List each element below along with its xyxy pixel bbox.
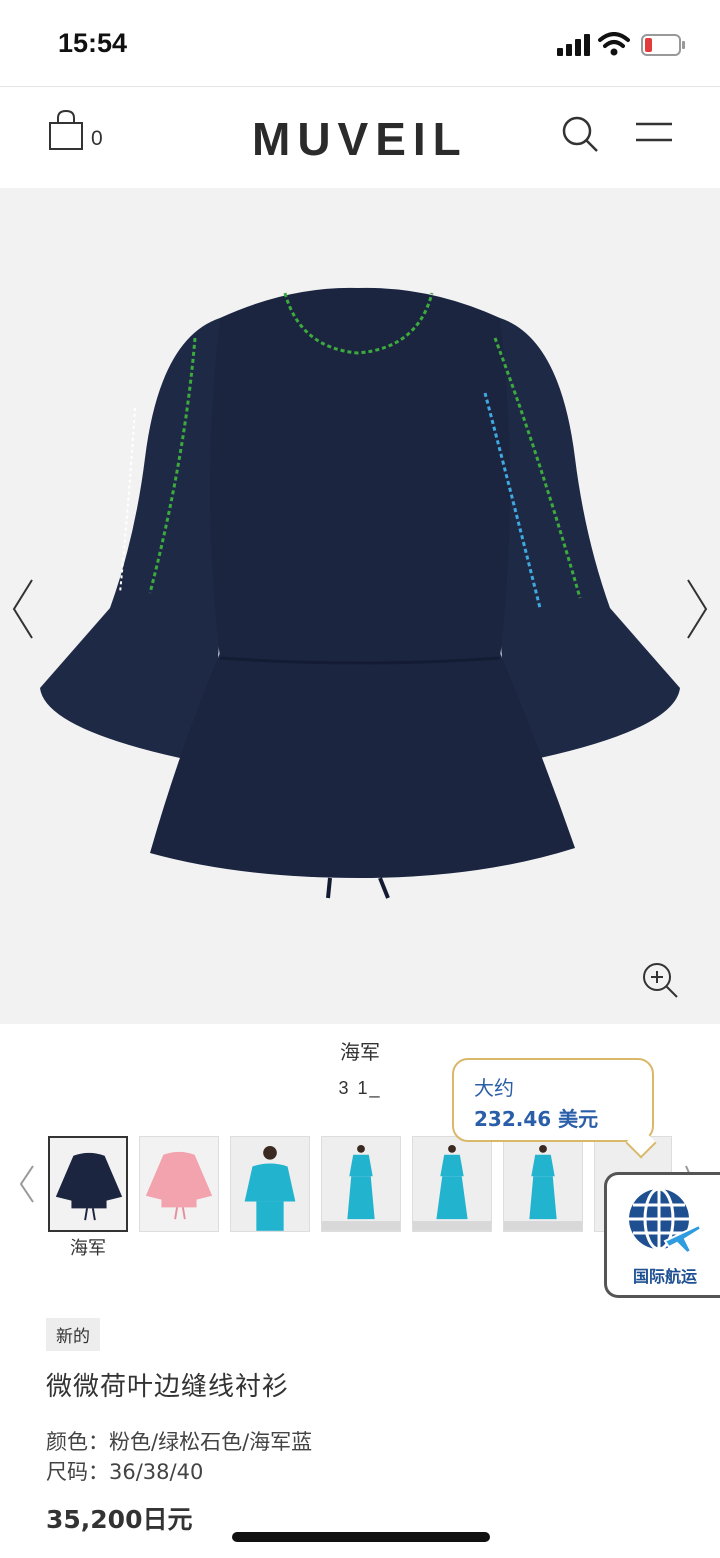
- thumbnail-model-2[interactable]: [321, 1136, 401, 1232]
- product-sizes: 尺码：36/38/40: [46, 1460, 204, 1484]
- approx-label: 大约: [474, 1076, 514, 1100]
- model-turquoise-thumb-image: [231, 1137, 309, 1231]
- international-shipping-label: 国际航运: [632, 1267, 697, 1286]
- home-indicator[interactable]: [232, 1532, 490, 1542]
- converted-price: 232.46 美元: [474, 1107, 599, 1131]
- thumbnail-pink[interactable]: [139, 1136, 219, 1232]
- thumbnail-navy[interactable]: [48, 1136, 128, 1232]
- search-icon[interactable]: [560, 114, 600, 154]
- globe-airplane-icon: [629, 1187, 701, 1255]
- zoom-in-icon[interactable]: [640, 960, 680, 1000]
- thumbnail-model-3[interactable]: [412, 1136, 492, 1232]
- brand-logo[interactable]: MUVEIL: [252, 112, 468, 166]
- model-full-2-thumb-image: [413, 1137, 491, 1231]
- model-full-1-thumb-image: [322, 1137, 400, 1231]
- site-header: 0 MUVEIL: [0, 86, 720, 188]
- cart-count: 0: [91, 127, 103, 150]
- previous-image-arrow-icon[interactable]: [10, 578, 36, 640]
- navy-blouse-thumb-image: [50, 1138, 126, 1230]
- navy-blouse-image: [40, 287, 680, 899]
- product-colors: 颜色：粉色/绿松石色/海军蓝: [46, 1430, 313, 1454]
- signal-icon: [557, 34, 590, 56]
- new-badge: 新的: [46, 1318, 100, 1351]
- international-shipping-badge[interactable]: 国际航运: [604, 1172, 720, 1298]
- next-image-arrow-icon[interactable]: [684, 578, 710, 640]
- product-main-image[interactable]: [0, 188, 720, 1024]
- shopping-bag-icon[interactable]: [46, 109, 86, 151]
- battery-icon: [641, 34, 685, 56]
- model-full-3-thumb-image: [504, 1137, 582, 1231]
- thumbnail-model-4[interactable]: [503, 1136, 583, 1232]
- thumbnail-label: 海军: [70, 1238, 106, 1259]
- converted-price-tooltip: 大约 232.46 美元: [452, 1058, 654, 1142]
- thumbnail-model-1[interactable]: [230, 1136, 310, 1232]
- product-title: 微微荷叶边缝线衬衫: [46, 1372, 290, 1402]
- hamburger-menu-icon[interactable]: [634, 120, 674, 146]
- status-time: 15:54: [58, 28, 128, 58]
- wifi-icon: [598, 32, 630, 56]
- product-price: 35,200日元: [46, 1505, 193, 1534]
- status-bar: 15:54: [0, 0, 720, 86]
- pink-blouse-thumb-image: [140, 1137, 218, 1231]
- thumbnail-prev-icon[interactable]: [18, 1164, 36, 1204]
